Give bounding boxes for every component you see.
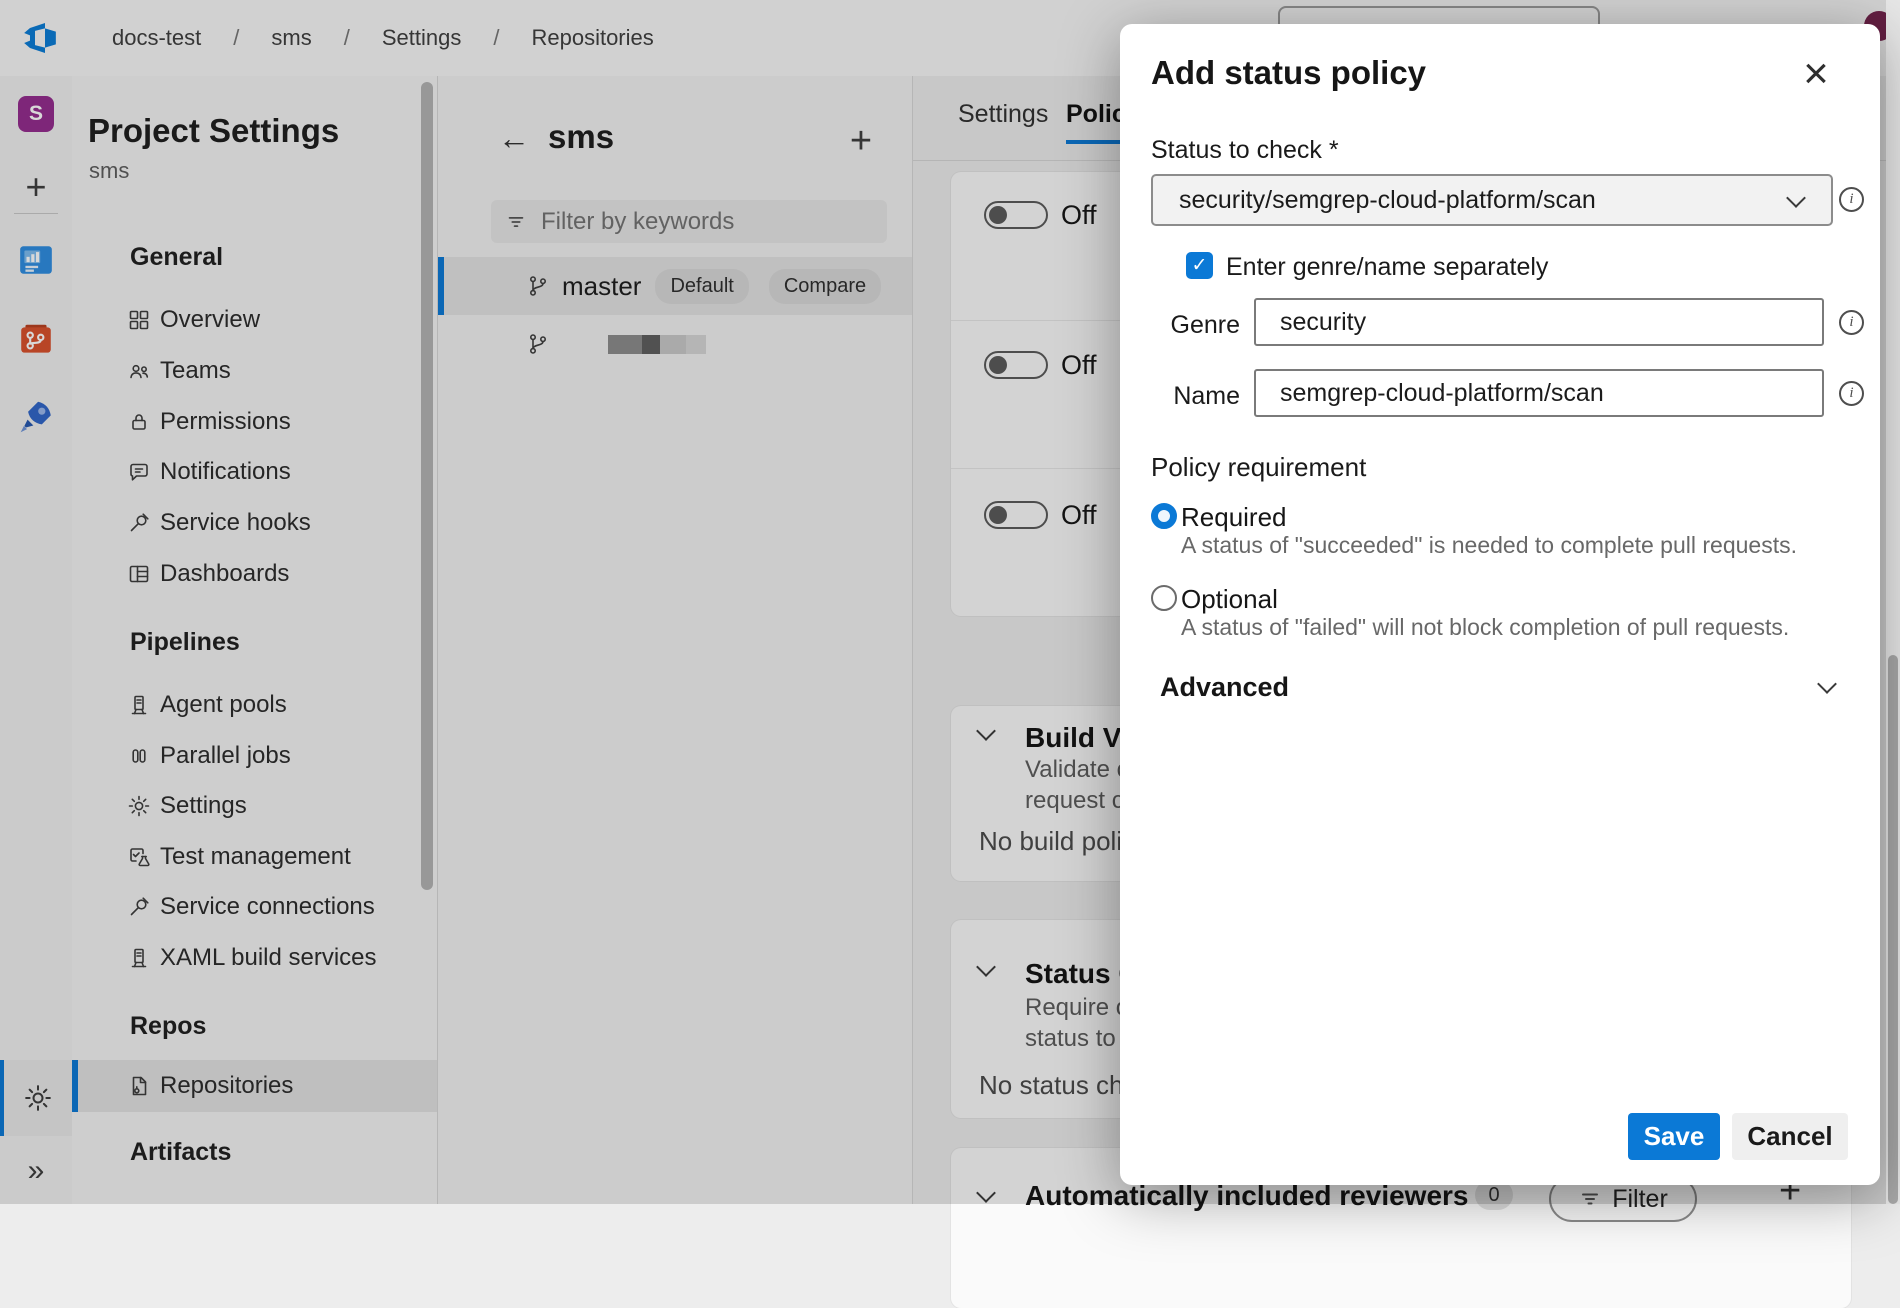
genre-name-checkbox[interactable]: ✓: [1186, 252, 1213, 279]
cancel-button[interactable]: Cancel: [1732, 1113, 1848, 1160]
add-status-policy-dialog: Add status policy × Status to check * se…: [1120, 24, 1880, 1185]
advanced-section-toggle[interactable]: Advanced: [1160, 672, 1289, 703]
required-description: A status of "succeeded" is needed to com…: [1181, 532, 1797, 559]
policy-requirement-label: Policy requirement: [1151, 452, 1366, 483]
dropdown-value: security/semgrep-cloud-platform/scan: [1179, 186, 1596, 215]
info-icon[interactable]: i: [1839, 310, 1864, 335]
check-icon: ✓: [1192, 254, 1208, 277]
page-scrollbar[interactable]: [1886, 0, 1900, 1204]
dialog-title: Add status policy: [1151, 54, 1426, 92]
optional-label[interactable]: Optional: [1181, 584, 1278, 615]
status-to-check-label: Status to check *: [1151, 136, 1339, 165]
name-field[interactable]: semgrep-cloud-platform/scan: [1254, 369, 1824, 417]
close-icon[interactable]: ×: [1792, 50, 1840, 98]
genre-value: security: [1280, 308, 1366, 337]
required-radio[interactable]: [1151, 503, 1177, 529]
optional-radio[interactable]: [1151, 585, 1177, 611]
checkbox-label[interactable]: Enter genre/name separately: [1226, 253, 1548, 282]
chevron-down-icon: [1786, 188, 1806, 208]
name-value: semgrep-cloud-platform/scan: [1280, 379, 1604, 408]
genre-label: Genre: [1148, 311, 1240, 340]
required-label[interactable]: Required: [1181, 502, 1287, 533]
page-scrollbar-thumb[interactable]: [1888, 655, 1898, 1204]
info-icon[interactable]: i: [1839, 187, 1864, 212]
optional-description: A status of "failed" will not block comp…: [1181, 614, 1789, 641]
name-label: Name: [1148, 382, 1240, 411]
info-icon[interactable]: i: [1839, 381, 1864, 406]
status-to-check-dropdown[interactable]: security/semgrep-cloud-platform/scan: [1151, 174, 1833, 226]
chevron-down-icon[interactable]: [1817, 674, 1837, 694]
save-button[interactable]: Save: [1628, 1113, 1720, 1160]
genre-field[interactable]: security: [1254, 298, 1824, 346]
